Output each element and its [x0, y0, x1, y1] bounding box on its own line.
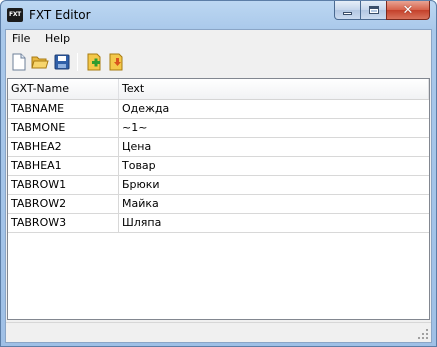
menu-file[interactable]: File	[9, 31, 33, 47]
text-cell[interactable]: Шляпа	[119, 214, 429, 232]
resize-grip-icon[interactable]	[417, 328, 429, 340]
table-row[interactable]: TABROW1 Брюки	[8, 176, 429, 195]
add-entry-icon	[87, 53, 101, 71]
toolbar	[6, 49, 431, 77]
remove-entry-button[interactable]	[106, 52, 126, 72]
gxt-name-cell[interactable]: TABMONE	[8, 119, 119, 137]
status-bar	[6, 322, 431, 342]
table-row[interactable]: TABMONE ~1~	[8, 119, 429, 138]
window-title: FXT Editor	[29, 8, 91, 22]
open-button[interactable]	[30, 52, 50, 72]
gxt-table[interactable]: GXT-Name Text TABNAME Одежда TABMONE ~1~…	[7, 78, 430, 320]
menu-bar: File Help	[6, 30, 431, 48]
client-area: File Help GXT-Name Text TABNAME Одежда T…	[5, 29, 432, 343]
close-button[interactable]: ✕	[386, 1, 430, 20]
app-icon: FXT	[7, 8, 23, 22]
new-file-button[interactable]	[9, 52, 29, 72]
save-disk-icon	[54, 54, 70, 70]
table-row[interactable]: TABHEA1 Товар	[8, 157, 429, 176]
gxt-name-cell[interactable]: TABROW3	[8, 214, 119, 232]
text-cell[interactable]: Майка	[119, 195, 429, 213]
toolbar-separator	[77, 53, 78, 71]
text-cell[interactable]: Товар	[119, 157, 429, 175]
gxt-name-cell[interactable]: TABROW1	[8, 176, 119, 194]
title-bar[interactable]: FXT FXT Editor ✕	[1, 1, 436, 29]
text-cell[interactable]: Цена	[119, 138, 429, 156]
minimize-button[interactable]	[334, 1, 361, 20]
remove-entry-icon	[109, 53, 123, 71]
table-header: GXT-Name Text	[8, 79, 429, 100]
app-window: FXT FXT Editor ✕ File Help GXT-Name Text…	[0, 0, 437, 347]
close-icon: ✕	[402, 2, 414, 18]
gxt-name-cell[interactable]: TABHEA1	[8, 157, 119, 175]
text-cell[interactable]: Брюки	[119, 176, 429, 194]
add-entry-button[interactable]	[84, 52, 104, 72]
open-folder-icon	[31, 56, 49, 69]
maximize-icon	[368, 6, 379, 14]
table-row[interactable]: TABHEA2 Цена	[8, 138, 429, 157]
column-header-text[interactable]: Text	[119, 79, 429, 99]
gxt-name-cell[interactable]: TABHEA2	[8, 138, 119, 156]
gxt-name-cell[interactable]: TABROW2	[8, 195, 119, 213]
maximize-button[interactable]	[360, 1, 387, 20]
save-button[interactable]	[52, 52, 72, 72]
menu-help[interactable]: Help	[42, 31, 73, 47]
column-header-gxt-name[interactable]: GXT-Name	[8, 79, 119, 99]
table-body: TABNAME Одежда TABMONE ~1~ TABHEA2 Цена …	[8, 100, 429, 233]
gxt-name-cell[interactable]: TABNAME	[8, 100, 119, 118]
new-file-icon	[12, 53, 26, 71]
table-row[interactable]: TABNAME Одежда	[8, 100, 429, 119]
table-row[interactable]: TABROW2 Майка	[8, 195, 429, 214]
text-cell[interactable]: Одежда	[119, 100, 429, 118]
text-cell[interactable]: ~1~	[119, 119, 429, 137]
minimize-icon	[343, 12, 352, 15]
table-row[interactable]: TABROW3 Шляпа	[8, 214, 429, 233]
